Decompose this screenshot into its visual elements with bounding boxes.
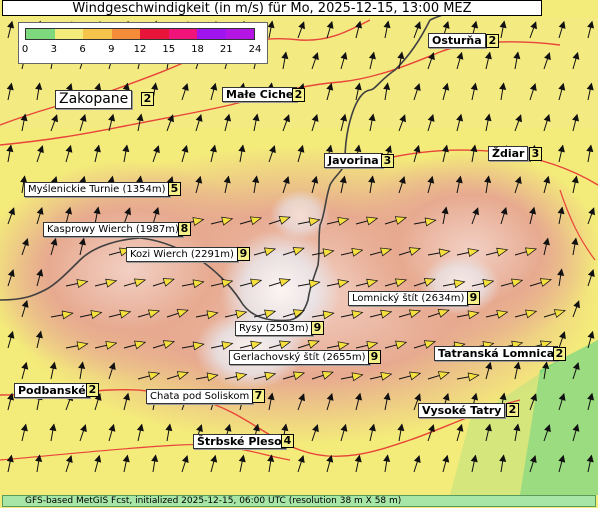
place-label: Štrbské Pleso (193, 434, 286, 449)
place-label: Chata pod Soliskom (146, 389, 254, 404)
place-label: Tatranská Lomnica (434, 346, 559, 361)
legend-color-scale (25, 28, 255, 40)
legend-swatch (54, 29, 83, 39)
legend-swatch (111, 29, 140, 39)
wind-value-badge: 7 (252, 389, 265, 403)
wind-legend: 0 3 6 9 12 15 18 21 24 (18, 22, 268, 64)
wind-value-badge: 8 (178, 222, 191, 236)
place-label: Gerlachovský štít (2655m) (229, 350, 370, 365)
place-label: Kozi Wierch (2291m) (126, 247, 238, 262)
wind-value-badge: 2 (292, 88, 305, 102)
wind-value-badge: 9 (467, 291, 480, 305)
legend-tick-label: 9 (108, 44, 115, 55)
wind-value-badge: 5 (168, 182, 181, 196)
place-label: Rysy (2503m) (235, 321, 313, 336)
map-title: Windgeschwindigkeit (in m/s) für Mo, 202… (2, 0, 542, 16)
legend-swatch (225, 29, 254, 39)
wind-value-badge: 3 (381, 154, 394, 168)
place-label: Myślenickie Turnie (1354m) (24, 182, 170, 197)
wind-value-badge: 9 (237, 247, 250, 261)
place-label: Ždiar (488, 146, 529, 161)
legend-tick-label: 0 (21, 44, 29, 55)
wind-value-badge: 2 (141, 92, 154, 106)
place-label: Vysoké Tatry (418, 403, 506, 418)
place-label: Małe Ciche (222, 87, 298, 102)
legend-tick-label: 18 (191, 44, 204, 55)
wind-value-badge: 2 (486, 34, 499, 48)
wind-value-badge: 4 (281, 434, 294, 448)
wind-map (0, 0, 598, 508)
legend-swatch (168, 29, 197, 39)
place-label: Javorina (324, 153, 383, 168)
legend-tick-label: 15 (162, 44, 176, 55)
wind-value-badge: 9 (368, 350, 381, 364)
wind-value-badge: 2 (506, 403, 519, 417)
legend-tick-label: 21 (219, 44, 233, 55)
place-label: Zakopane (55, 90, 133, 109)
legend-tick-label: 12 (133, 44, 147, 55)
forecast-footer: GFS-based MetGIS Fcst, initialized 2025-… (2, 495, 596, 507)
wind-value-badge: 9 (311, 321, 324, 335)
place-label: Osturňa (428, 33, 486, 48)
legend-swatch (26, 29, 55, 39)
legend-tick-label: 24 (248, 44, 262, 55)
legend-swatch (197, 29, 226, 39)
wind-value-badge: 2 (86, 383, 99, 397)
place-label: Kasprowy Wierch (1987m) (43, 222, 183, 237)
legend-tick-label: 6 (79, 44, 86, 55)
wind-value-badge: 2 (553, 347, 566, 361)
wind-value-badge: 3 (529, 147, 542, 161)
legend-swatch (140, 29, 169, 39)
place-label: Podbanské (14, 383, 90, 398)
legend-ticks: 0 3 6 9 12 15 18 21 24 (19, 44, 267, 58)
snow-peaks-4 (270, 190, 330, 240)
legend-swatch (83, 29, 112, 39)
legend-tick-label: 3 (50, 44, 57, 55)
place-label: Lomnický štít (2634m) (348, 291, 469, 306)
